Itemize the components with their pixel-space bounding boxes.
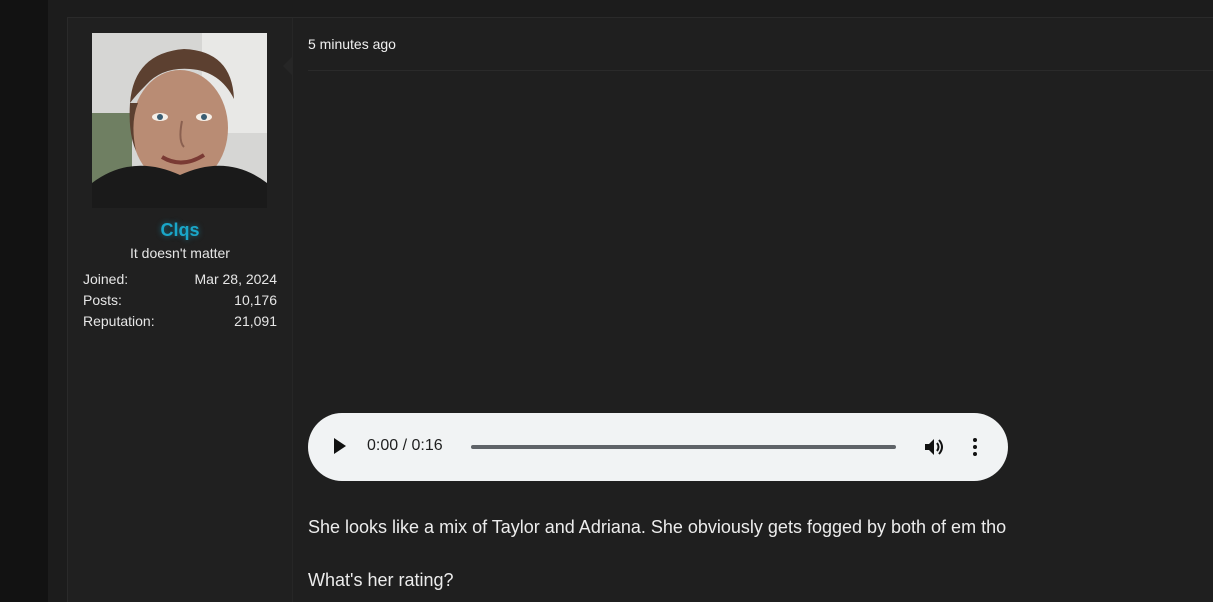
stat-value: 21,091 <box>234 313 277 329</box>
post-timestamp[interactable]: 5 minutes ago <box>308 36 396 52</box>
stat-reputation: Reputation: 21,091 <box>83 311 277 332</box>
message-pane: 5 minutes ago 0:00 / 0:16 She looks like… <box>293 18 1213 602</box>
stat-joined: Joined: Mar 28, 2024 <box>83 269 277 290</box>
volume-icon[interactable] <box>924 437 946 457</box>
post: Clqs It doesn't matter Joined: Mar 28, 2… <box>67 17 1213 602</box>
stat-label: Joined: <box>83 271 129 287</box>
user-stats: Joined: Mar 28, 2024 Posts: 10,176 Reput… <box>83 269 277 332</box>
stat-label: Reputation: <box>83 313 155 329</box>
avatar[interactable] <box>92 33 267 208</box>
stat-posts: Posts: 10,176 <box>83 290 277 311</box>
user-info-pane: Clqs It doesn't matter Joined: Mar 28, 2… <box>68 18 293 602</box>
user-title: It doesn't matter <box>130 245 230 261</box>
stat-value: 10,176 <box>234 292 277 308</box>
post-body: She looks like a mix of Taylor and Adria… <box>308 516 1188 602</box>
stat-label: Posts: <box>83 292 122 308</box>
audio-seek-bar[interactable] <box>471 445 896 449</box>
stat-value: Mar 28, 2024 <box>194 271 278 287</box>
divider <box>308 70 1213 71</box>
play-icon[interactable] <box>334 438 346 454</box>
audio-player[interactable]: 0:00 / 0:16 <box>308 413 1008 481</box>
message-pointer <box>283 56 293 76</box>
post-paragraph: What's her rating? <box>308 570 454 590</box>
audio-time: 0:00 / 0:16 <box>367 437 443 454</box>
forum-page: Clqs It doesn't matter Joined: Mar 28, 2… <box>0 0 1213 602</box>
left-sidebar-strip <box>0 0 48 602</box>
username[interactable]: Clqs <box>68 220 292 241</box>
post-paragraph: She looks like a mix of Taylor and Adria… <box>308 517 1007 537</box>
more-vertical-icon[interactable] <box>972 437 978 457</box>
